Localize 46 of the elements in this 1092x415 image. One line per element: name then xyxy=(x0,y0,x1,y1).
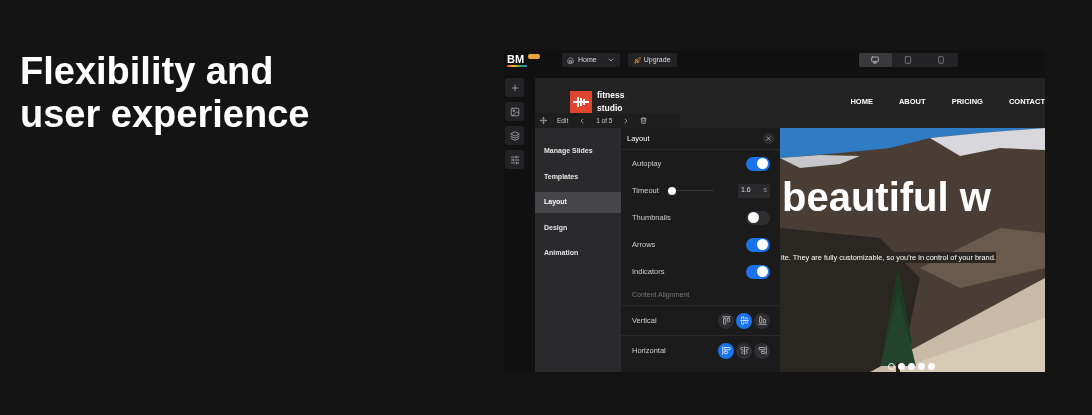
chevron-down-icon xyxy=(606,56,615,64)
site-brand: fitness studio xyxy=(597,88,626,115)
desktop-view-button[interactable] xyxy=(858,53,892,67)
monitor-icon xyxy=(871,56,880,64)
toggle-switch[interactable] xyxy=(746,237,770,252)
page-heading: Flexibility and user experience xyxy=(20,50,311,136)
align-right-icon xyxy=(757,346,767,355)
tool-button[interactable] xyxy=(505,150,524,169)
align-left-icon xyxy=(721,346,731,355)
alignment-option[interactable] xyxy=(736,312,752,329)
tool-button[interactable] xyxy=(505,78,524,97)
sliders-icon xyxy=(509,154,520,165)
slide-indicator[interactable] xyxy=(898,363,905,370)
slide-indicator[interactable] xyxy=(908,363,915,370)
toggle-switch[interactable] xyxy=(746,264,770,279)
move-icon[interactable] xyxy=(540,117,547,124)
tablet-icon xyxy=(904,56,913,64)
alignment-option[interactable] xyxy=(736,342,752,359)
toggle-switch[interactable] xyxy=(746,210,770,225)
timeout-slider[interactable] xyxy=(666,185,713,196)
phone-icon xyxy=(937,56,946,64)
rocket-icon xyxy=(633,56,641,64)
home-icon xyxy=(567,56,574,64)
alignment-option[interactable] xyxy=(718,312,734,329)
alignment-option[interactable] xyxy=(718,342,734,359)
plus-icon xyxy=(509,82,520,93)
close-icon xyxy=(765,135,772,142)
alignment-option[interactable] xyxy=(754,342,770,359)
close-button[interactable] xyxy=(763,133,774,144)
align-center-icon xyxy=(739,346,749,355)
image-icon xyxy=(509,106,520,117)
align-bottom-icon xyxy=(757,316,767,325)
tool-button[interactable] xyxy=(505,126,524,145)
trash-icon[interactable] xyxy=(640,117,648,124)
align-top-icon xyxy=(721,316,731,325)
align-middle-icon xyxy=(739,316,749,325)
beta-tag-icon xyxy=(528,53,540,59)
slider-thumb[interactable] xyxy=(668,186,677,195)
logo-stripe-icon xyxy=(507,64,527,67)
barbell-logo-icon xyxy=(570,90,592,113)
slide-headline: beautiful w xyxy=(782,174,991,220)
tool-button[interactable] xyxy=(505,102,524,121)
toggle-switch[interactable] xyxy=(746,156,770,171)
alignment-option[interactable] xyxy=(754,312,770,329)
app-logo: BM xyxy=(507,53,526,65)
layers-icon xyxy=(509,130,520,141)
